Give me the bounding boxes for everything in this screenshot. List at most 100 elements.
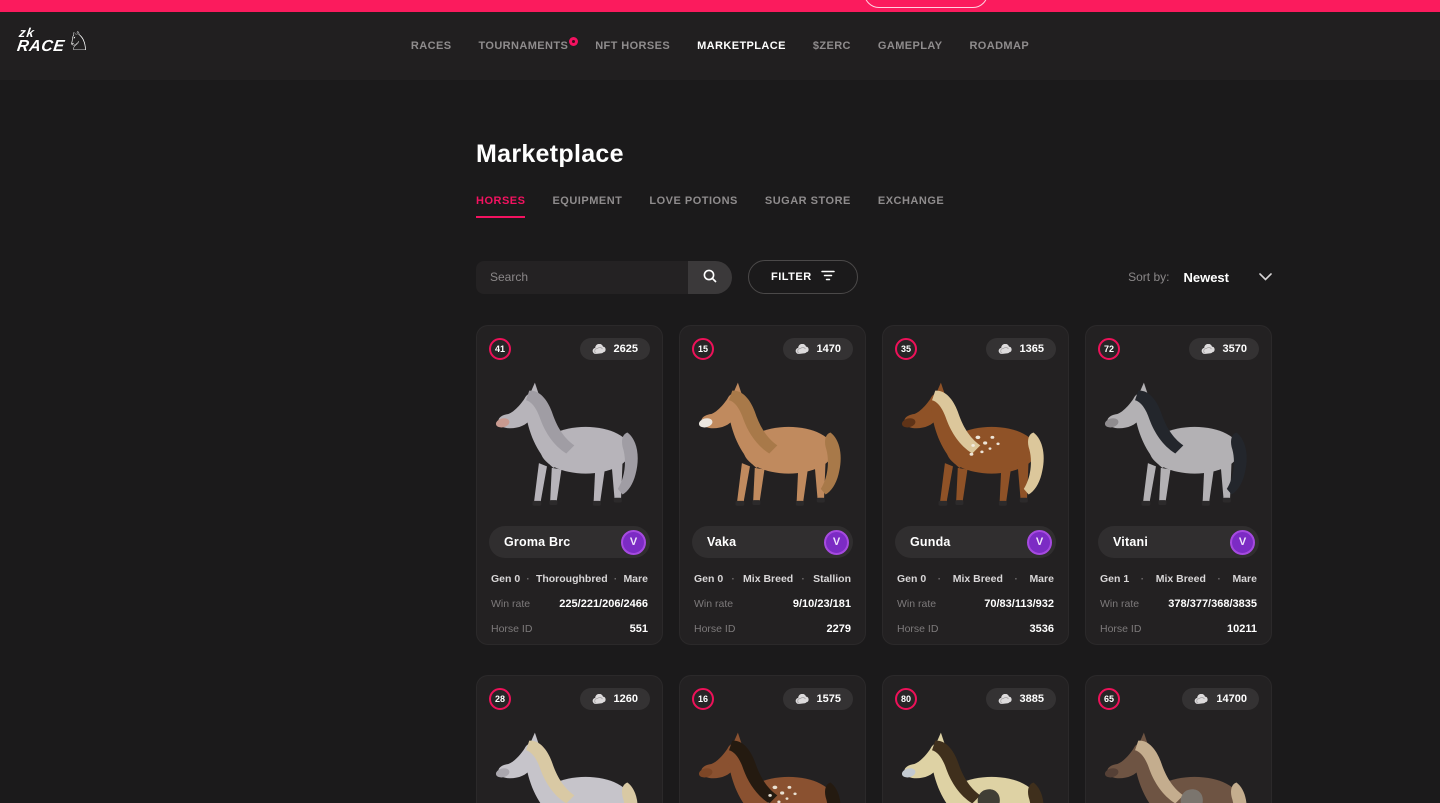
horse-name-pill: Vaka V — [692, 526, 853, 558]
horse-card[interactable]: 65 14700 — [1085, 675, 1272, 803]
horse-gen: Gen 0 — [897, 573, 927, 585]
sort-value[interactable]: Newest — [1183, 270, 1229, 285]
tab-sugar-store[interactable]: SUGAR STORE — [765, 195, 851, 218]
price-pill: 3885 — [985, 688, 1056, 710]
separator-dot: · — [1140, 573, 1145, 585]
horse-gen: Gen 0 — [694, 573, 724, 585]
coin-icon — [592, 693, 607, 705]
horse-card[interactable]: 35 1365 Gunda V Gen 0 · Mix Breed · Mare… — [882, 325, 1069, 645]
horse-name: Vitani — [1113, 535, 1149, 549]
marketplace-content: Marketplace HORSES EQUIPMENT LOVE POTIONS S… — [476, 140, 1272, 803]
coin-icon — [592, 343, 607, 355]
horse-meta-row: Gen 0 · Thoroughbred · Mare — [489, 573, 650, 585]
horse-id-row: Horse ID 551 — [489, 623, 650, 635]
price-pill: 14700 — [1182, 688, 1259, 710]
search-button[interactable] — [688, 260, 732, 294]
horse-gen: Gen 0 — [491, 573, 521, 585]
horse-id-label: Horse ID — [1100, 623, 1142, 635]
horse-breed: Mix Breed — [743, 573, 794, 585]
horse-head-logo-icon: ♘ — [67, 25, 91, 56]
win-rate-row: Win rate 378/377/368/3835 — [1098, 598, 1259, 610]
coin-icon — [1201, 343, 1216, 355]
horse-id-value: 10211 — [1227, 623, 1257, 635]
level-badge: 15 — [692, 338, 714, 360]
coin-icon — [998, 343, 1013, 355]
win-rate-label: Win rate — [1100, 598, 1140, 610]
sort-by-label: Sort by: — [1128, 270, 1170, 284]
verified-badge: V — [824, 529, 849, 555]
horse-id-row: Horse ID 10211 — [1098, 623, 1259, 635]
tab-horses[interactable]: HORSES — [476, 195, 526, 218]
separator-dot: · — [937, 573, 942, 585]
level-badge: 41 — [489, 338, 511, 360]
horse-card[interactable]: 41 2625 Groma Brc V Gen 0 · Thoroughbred… — [476, 325, 663, 645]
horse-name: Groma Brc — [504, 535, 571, 549]
horse-card[interactable]: 15 1470 Vaka V Gen 0 · Mix Breed · Stall… — [679, 325, 866, 645]
price-pill: 3570 — [1188, 338, 1259, 360]
horse-breed: Thoroughbred — [535, 573, 608, 585]
tab-love-potions[interactable]: LOVE POTIONS — [649, 195, 738, 218]
verified-badge: V — [1230, 529, 1255, 555]
coin-icon — [795, 693, 810, 705]
coin-icon — [795, 343, 810, 355]
horse-card[interactable]: 80 3885 — [882, 675, 1069, 803]
logo-text-race: RACE — [15, 38, 66, 55]
horse-gen: Gen 1 — [1100, 573, 1130, 585]
separator-dot: · — [1217, 573, 1221, 585]
horse-card[interactable]: 72 3570 Vitani V Gen 1 · Mix Breed · Mar… — [1085, 325, 1272, 645]
verified-badge: V — [621, 529, 646, 555]
horse-meta-row: Gen 1 · Mix Breed · Mare — [1098, 573, 1259, 585]
horse-image — [692, 710, 853, 803]
horse-breed: Mix Breed — [1155, 573, 1206, 585]
price-pill: 2625 — [579, 338, 650, 360]
level-badge: 72 — [1098, 338, 1120, 360]
verified-badge: V — [1027, 529, 1052, 555]
price-pill: 1575 — [782, 688, 853, 710]
marketplace-tabs: HORSES EQUIPMENT LOVE POTIONS SUGAR STORE EX… — [476, 195, 1272, 218]
tab-equipment[interactable]: EQUIPMENT — [552, 195, 622, 218]
horse-image — [489, 360, 650, 522]
sort-control: Sort by: Newest — [1128, 270, 1272, 285]
win-rate-label: Win rate — [694, 598, 734, 610]
coin-icon — [1194, 693, 1209, 705]
level-badge: 65 — [1098, 688, 1120, 710]
level-badge: 16 — [692, 688, 714, 710]
search-input[interactable] — [476, 260, 688, 294]
toolbar: FILTER Sort by: Newest — [476, 260, 1272, 294]
win-rate-value: 9/10/23/181 — [792, 598, 851, 610]
tab-exchange[interactable]: EXCHANGE — [878, 195, 944, 218]
zkrace-logo[interactable]: zk RACE ♘ — [15, 25, 93, 56]
chevron-down-icon[interactable] — [1259, 273, 1272, 281]
win-rate-row: Win rate 70/83/113/932 — [895, 598, 1056, 610]
separator-dot: · — [801, 573, 805, 585]
horse-sex: Mare — [1029, 573, 1054, 585]
nav-item--zerc[interactable]: $ZERC — [813, 40, 851, 52]
win-rate-value: 225/221/206/2466 — [559, 598, 648, 610]
horse-id-row: Horse ID 3536 — [895, 623, 1056, 635]
horse-sex: Mare — [623, 573, 648, 585]
horse-id-value: 551 — [629, 623, 648, 635]
horse-id-label: Horse ID — [694, 623, 736, 635]
nav-item-marketplace[interactable]: MARKETPLACE — [697, 40, 786, 52]
search-icon — [702, 268, 718, 287]
horse-name: Gunda — [910, 535, 951, 549]
horse-card[interactable]: 28 1260 — [476, 675, 663, 803]
separator-dot: · — [526, 573, 530, 585]
price-pill: 1470 — [782, 338, 853, 360]
nav-item-nft-horses[interactable]: NFT HORSES — [595, 40, 670, 52]
price-pill: 1365 — [985, 338, 1056, 360]
nav-item-tournaments[interactable]: TOURNAMENTS — [478, 37, 579, 52]
horse-id-label: Horse ID — [491, 623, 533, 635]
nav-item-roadmap[interactable]: ROADMAP — [969, 40, 1029, 52]
horse-name-pill: Groma Brc V — [489, 526, 650, 558]
horse-sex: Stallion — [813, 573, 851, 585]
horse-id-value: 2279 — [826, 623, 851, 635]
nav-item-races[interactable]: RACES — [411, 40, 452, 52]
horse-name: Vaka — [707, 535, 737, 549]
claim-now-button[interactable]: CLAIM NOW — [863, 0, 989, 8]
horse-card[interactable]: 16 1575 — [679, 675, 866, 803]
filter-button[interactable]: FILTER — [748, 260, 858, 294]
filter-button-label: FILTER — [771, 271, 812, 283]
horse-image — [1098, 710, 1259, 803]
nav-item-gameplay[interactable]: GAMEPLAY — [878, 40, 943, 52]
